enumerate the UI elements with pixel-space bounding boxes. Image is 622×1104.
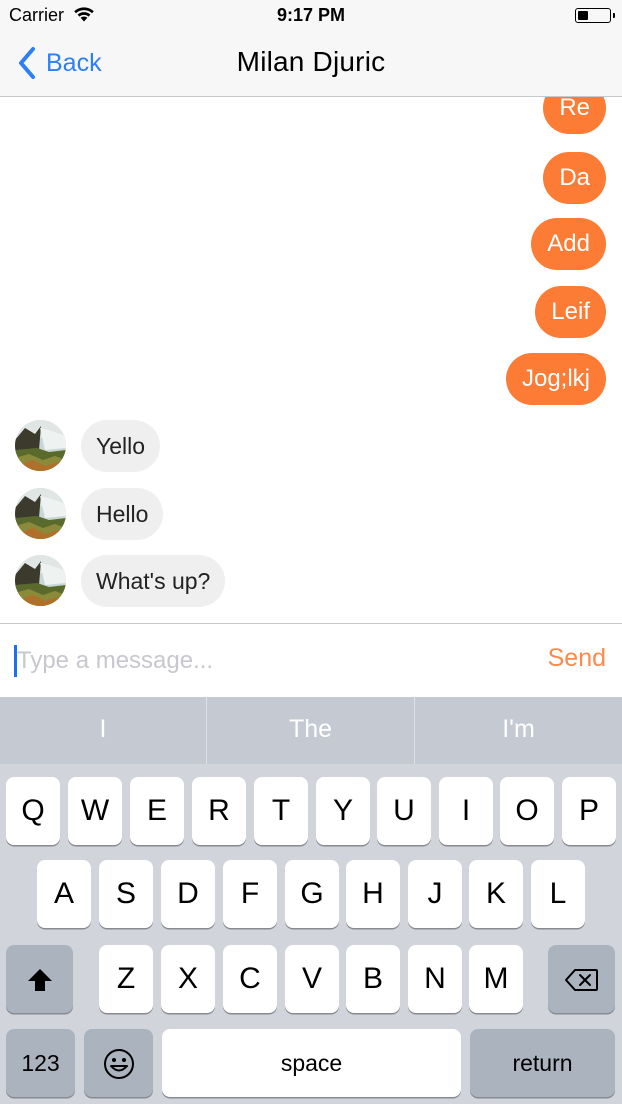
key-n[interactable]: N: [408, 945, 462, 1013]
key-x[interactable]: X: [161, 945, 215, 1013]
key-y[interactable]: Y: [316, 777, 370, 845]
key-t[interactable]: T: [254, 777, 308, 845]
key-z[interactable]: Z: [99, 945, 153, 1013]
delete-key[interactable]: [548, 945, 615, 1013]
return-key[interactable]: return: [470, 1029, 615, 1097]
composer-bar: Send: [0, 623, 622, 697]
incoming-message: Hello: [81, 488, 164, 540]
key-a[interactable]: A: [37, 860, 91, 928]
shift-icon: [27, 969, 52, 992]
key-j[interactable]: J: [408, 860, 462, 928]
outgoing-message: Da: [543, 152, 606, 204]
key-e[interactable]: E: [130, 777, 184, 845]
message-input[interactable]: [17, 640, 517, 682]
status-bar: Carrier 9:17 PM: [0, 0, 622, 30]
battery-level: [577, 10, 588, 20]
key-f[interactable]: F: [223, 860, 277, 928]
key-d[interactable]: D: [161, 860, 215, 928]
key-l[interactable]: L: [531, 860, 585, 928]
key-q[interactable]: Q: [6, 777, 60, 845]
emoji-key[interactable]: [84, 1029, 153, 1097]
avatar[interactable]: [15, 488, 66, 539]
key-g[interactable]: G: [285, 860, 339, 928]
key-i[interactable]: I: [439, 777, 493, 845]
navigation-bar: Back Milan Djuric: [0, 30, 622, 97]
numbers-key[interactable]: 123: [6, 1029, 75, 1097]
suggestion-item[interactable]: I'm: [415, 697, 622, 764]
key-h[interactable]: H: [346, 860, 400, 928]
key-k[interactable]: K: [469, 860, 523, 928]
emoji-icon: [103, 1049, 134, 1080]
shift-key[interactable]: [6, 945, 73, 1013]
incoming-message: What's up?: [81, 555, 226, 607]
key-v[interactable]: V: [285, 945, 339, 1013]
keyboard: I The I'm Q W E R T Y U I O P A S D F G …: [0, 697, 622, 1104]
key-m[interactable]: M: [469, 945, 523, 1013]
backspace-icon: [564, 969, 598, 992]
conversation-title: Milan Djuric: [236, 46, 386, 77]
waterfall-landscape-icon: [15, 420, 66, 471]
key-b[interactable]: B: [346, 945, 400, 1013]
suggestion-item[interactable]: The: [207, 697, 414, 764]
send-button[interactable]: Send: [548, 644, 606, 673]
avatar[interactable]: [15, 555, 66, 606]
outgoing-message: Re: [543, 97, 606, 134]
incoming-message: Yello: [81, 420, 161, 472]
outgoing-message: Add: [531, 218, 606, 270]
key-u[interactable]: U: [377, 777, 431, 845]
message-list[interactable]: Re Da Add Leif Jog;lkj Yello Hello What'…: [0, 97, 622, 623]
suggestion-item[interactable]: I: [0, 697, 206, 764]
outgoing-message: Leif: [535, 286, 606, 338]
suggestion-bar: I The I'm: [0, 697, 622, 764]
key-r[interactable]: R: [192, 777, 246, 845]
key-s[interactable]: S: [99, 860, 153, 928]
key-w[interactable]: W: [68, 777, 122, 845]
key-o[interactable]: O: [500, 777, 554, 845]
space-key[interactable]: space: [162, 1029, 461, 1097]
waterfall-landscape-icon: [15, 555, 66, 606]
avatar[interactable]: [15, 420, 66, 471]
key-c[interactable]: C: [223, 945, 277, 1013]
outgoing-message: Jog;lkj: [505, 353, 606, 405]
clock-label: 9:17 PM: [276, 5, 346, 25]
waterfall-landscape-icon: [15, 488, 66, 539]
key-p[interactable]: P: [562, 777, 616, 845]
battery-icon: [575, 8, 615, 23]
